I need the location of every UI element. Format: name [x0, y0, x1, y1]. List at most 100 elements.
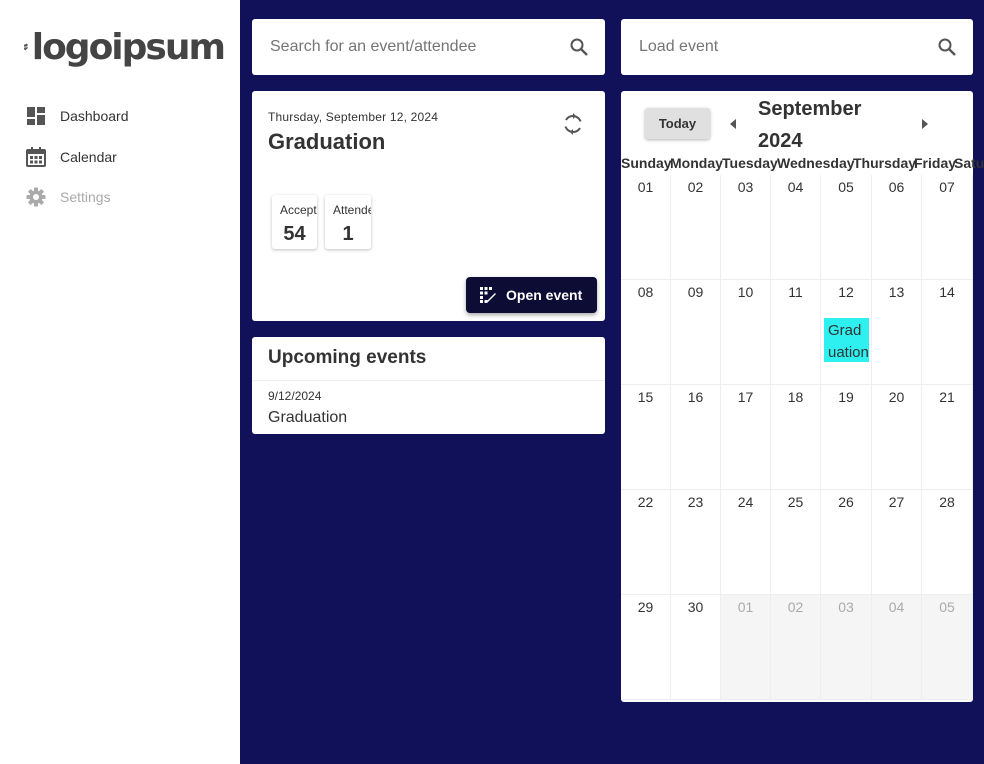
calendar-day-cell[interactable]: 17: [721, 385, 771, 490]
calendar-day-cell[interactable]: 27: [872, 490, 922, 595]
sidebar-item-label: Dashboard: [60, 108, 129, 124]
calendar-day-number: 27: [888, 494, 905, 510]
search-input[interactable]: [270, 38, 550, 56]
search-icon[interactable]: [937, 37, 957, 57]
event-card: Thursday, September 12, 2024 Graduation …: [252, 91, 605, 321]
today-button[interactable]: Today: [645, 108, 710, 139]
calendar-day-number: 01: [637, 179, 654, 195]
chevron-left-icon[interactable]: [727, 117, 741, 131]
calendar-day-cell[interactable]: 25: [771, 490, 821, 595]
weekday-label: Saturday: [954, 155, 984, 171]
calendar-day-number: 14: [939, 284, 955, 300]
dashboard-icon: [27, 107, 45, 125]
calendar-day-number: 12: [838, 284, 854, 300]
stat-value: 1: [342, 223, 354, 245]
calendar-day-number: 05: [838, 179, 854, 195]
calendar-day-cell[interactable]: 05: [821, 175, 872, 280]
calendar-day-cell[interactable]: 29: [621, 595, 671, 700]
chevron-right-icon[interactable]: [917, 117, 931, 131]
open-event-label: Open event: [506, 287, 583, 303]
stat-label: Accepted: [280, 203, 317, 217]
weekday-label: Thursday: [853, 155, 917, 171]
sidebar-item-calendar[interactable]: Calendar: [0, 137, 240, 177]
calendar-day-number: 15: [637, 389, 654, 405]
sidebar-item-settings[interactable]: Settings: [0, 177, 240, 217]
calendar-day-number: 22: [637, 494, 654, 510]
calendar-day-number: 11: [788, 284, 803, 300]
calendar-day-cell[interactable]: 11: [771, 280, 821, 385]
weekday-label: Wednesday: [777, 155, 855, 171]
calendar-day-cell[interactable]: 13: [872, 280, 922, 385]
calendar-day-number: 08: [637, 284, 654, 300]
weekday-label: Friday: [914, 155, 957, 171]
calendar-event[interactable]: Graduation: [824, 318, 869, 362]
stat-value: 54: [283, 223, 306, 245]
calendar-day-number: 26: [838, 494, 854, 510]
stat-accepted: Accepted 54: [272, 195, 317, 249]
calendar-day-cell[interactable]: 20: [872, 385, 922, 490]
sidebar: logoipsum Dashboard Calendar Settings: [0, 0, 240, 764]
calendar-day-cell[interactable]: 15: [621, 385, 671, 490]
calendar-icon: [26, 147, 46, 167]
calendar-day-cell[interactable]: 22: [621, 490, 671, 595]
calendar-day-number: 20: [888, 389, 905, 405]
calendar-day-cell[interactable]: 16: [671, 385, 721, 490]
calendar-month: September: [758, 98, 862, 120]
calendar-day-cell[interactable]: 02: [771, 595, 821, 700]
calendar-day-cell[interactable]: 09: [671, 280, 721, 385]
search-icon[interactable]: [569, 37, 589, 57]
calendar-year: 2024: [758, 130, 803, 152]
calendar-day-cell[interactable]: 05: [922, 595, 973, 700]
calendar-day-cell[interactable]: 10: [721, 280, 771, 385]
calendar-day-cell[interactable]: 04: [771, 175, 821, 280]
calendar-day-cell[interactable]: 19: [821, 385, 872, 490]
calendar-day-number: 06: [888, 179, 905, 195]
calendar-day-cell[interactable]: 01: [621, 175, 671, 280]
sidebar-item-dashboard[interactable]: Dashboard: [0, 96, 240, 136]
calendar-day-cell[interactable]: 04: [872, 595, 922, 700]
calendar-day-number: 04: [888, 599, 905, 615]
calendar-day-cell[interactable]: 23: [671, 490, 721, 595]
sidebar-item-label: Calendar: [60, 149, 117, 165]
calendar-day-number: 05: [939, 599, 955, 615]
calendar-day-cell[interactable]: 21: [922, 385, 973, 490]
calendar-day-cell[interactable]: 02: [671, 175, 721, 280]
weekday-header: Sunday Monday Tuesday Wednesday Thursday…: [621, 155, 984, 175]
calendar-day-cell[interactable]: 28: [922, 490, 973, 595]
load-event-bar: [621, 19, 973, 75]
calendar-day-number: 28: [939, 494, 955, 510]
calendar-day-number: 10: [737, 284, 754, 300]
calendar-day-cell[interactable]: 03: [721, 175, 771, 280]
calendar-day-number: 19: [838, 389, 854, 405]
calendar-day-cell[interactable]: 14: [922, 280, 973, 385]
calendar-day-cell[interactable]: 03: [821, 595, 872, 700]
gear-icon: [26, 187, 46, 207]
calendar-day-number: 29: [637, 599, 654, 615]
stat-attended: Attended 1: [325, 195, 371, 249]
sidebar-item-label: Settings: [60, 189, 111, 205]
qr-scan-icon: [480, 287, 496, 303]
list-item[interactable]: 9/12/2024 Graduation: [252, 381, 605, 434]
calendar-day-number: 18: [787, 389, 804, 405]
calendar-day-number: 02: [687, 179, 704, 195]
calendar-day-cell[interactable]: 07: [922, 175, 973, 280]
upcoming-events-title: Upcoming events: [268, 347, 427, 368]
open-event-button[interactable]: Open event: [466, 277, 597, 313]
load-event-input[interactable]: [639, 38, 919, 56]
event-date: Thursday, September 12, 2024: [268, 110, 439, 124]
calendar-day-number: 21: [939, 389, 955, 405]
calendar-day-cell[interactable]: 12 Graduation: [821, 280, 872, 385]
calendar-grid: 01 02 03 04 05 06 07 08 09 10 11 12 Graduation 13 14 15…: [621, 175, 973, 701]
calendar-day-cell[interactable]: 30: [671, 595, 721, 700]
calendar-day-number: 17: [737, 389, 754, 405]
refresh-icon[interactable]: [561, 112, 585, 136]
calendar-day-cell[interactable]: 01: [721, 595, 771, 700]
calendar-day-cell[interactable]: 18: [771, 385, 821, 490]
calendar-day-cell[interactable]: 24: [721, 490, 771, 595]
weekday-label: Tuesday: [722, 155, 778, 171]
calendar-day-cell[interactable]: 26: [821, 490, 872, 595]
calendar-day-number: 30: [687, 599, 704, 615]
calendar-day-cell[interactable]: 08: [621, 280, 671, 385]
calendar-day-number: 02: [787, 599, 804, 615]
calendar-day-cell[interactable]: 06: [872, 175, 922, 280]
